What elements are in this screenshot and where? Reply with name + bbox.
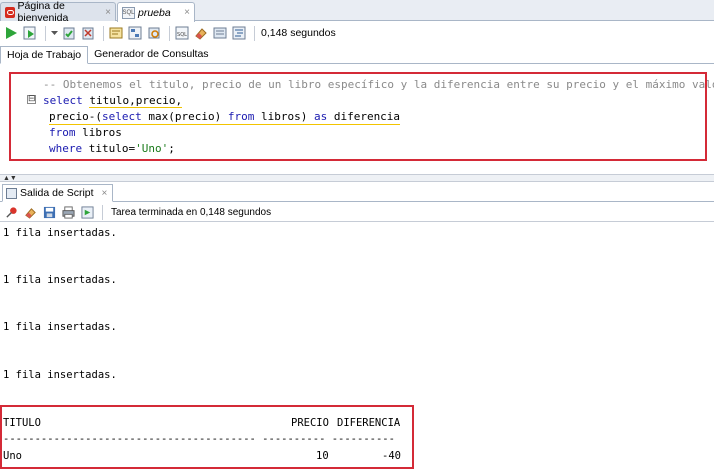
sql-worksheet-icon: SQL	[122, 6, 135, 19]
save-icon[interactable]	[41, 204, 57, 220]
close-icon[interactable]: ×	[102, 188, 108, 199]
eraser-icon[interactable]	[22, 204, 38, 220]
output-message: 1 fila insertadas.	[3, 274, 117, 286]
output-tab-bar: Salida de Script ×	[0, 183, 714, 202]
output-message: 1 fila insertadas.	[3, 227, 117, 239]
svg-text:SQL: SQL	[177, 32, 187, 38]
tab-salida-de-script[interactable]: Salida de Script ×	[2, 184, 114, 202]
oracle-icon	[5, 6, 15, 18]
toolbar-separator	[102, 204, 103, 220]
tab-hoja-de-trabajo[interactable]: Hoja de Trabajo	[0, 46, 89, 64]
eraser-icon[interactable]	[193, 25, 209, 41]
tab-welcome-page[interactable]: Página de bienvenida ×	[0, 0, 116, 24]
execution-time: 0,148 segundos	[261, 27, 336, 39]
panel-splitter[interactable]: ▲▼	[0, 174, 714, 182]
highlight-box-query	[9, 72, 707, 161]
output-message: 1 fila insertadas.	[3, 369, 117, 381]
toolbar-separator	[254, 25, 255, 41]
tab-prueba[interactable]: SQL prueba ×	[117, 2, 195, 22]
history-icon[interactable]	[212, 25, 228, 41]
tab-generador-de-consultas[interactable]: Generador de Consultas	[88, 45, 214, 63]
print-icon[interactable]	[60, 204, 76, 220]
document-tab-bar: Página de bienvenida × SQL prueba ×	[0, 0, 714, 24]
output-toolbar: Tarea terminada en 0,148 segundos	[0, 203, 714, 221]
close-icon[interactable]: ×	[184, 7, 190, 18]
autotrace-icon[interactable]	[108, 25, 124, 41]
sql-worksheet-icon[interactable]: SQL	[174, 25, 190, 41]
close-icon[interactable]: ×	[105, 7, 111, 18]
rollback-icon[interactable]	[80, 25, 96, 41]
run-script-icon[interactable]	[22, 25, 38, 41]
toolbar-separator	[45, 25, 46, 41]
highlight-box-result	[0, 405, 414, 469]
run-statement-icon[interactable]	[3, 25, 19, 41]
format-icon[interactable]	[231, 25, 247, 41]
script-icon[interactable]	[79, 204, 95, 220]
script-output: 1 fila insertadas. 1 fila insertadas. 1 …	[0, 222, 714, 472]
collapse-arrows-icon[interactable]: ▲▼	[3, 175, 17, 182]
pin-icon[interactable]	[3, 204, 19, 220]
sql-tuning-icon[interactable]	[146, 25, 162, 41]
toolbar-separator	[103, 25, 104, 41]
worksheet-subtabs: Hoja de Trabajo Generador de Consultas	[0, 45, 714, 64]
output-message: 1 fila insertadas.	[3, 321, 117, 333]
dropdown-icon[interactable]	[50, 25, 58, 41]
output-tab-label: Salida de Script	[20, 187, 94, 199]
explain-plan-icon[interactable]	[127, 25, 143, 41]
tab-prueba-label: prueba	[138, 6, 171, 19]
toolbar-separator	[169, 25, 170, 41]
task-status: Tarea terminada en 0,148 segundos	[111, 206, 272, 218]
script-output-icon	[6, 187, 17, 199]
worksheet-toolbar: SQL 0,148 segundos	[0, 22, 714, 44]
tab-welcome-label: Página de bienvenida	[17, 0, 69, 24]
sql-editor[interactable]: -- Obtenemos el titulo, precio de un lib…	[0, 65, 714, 173]
commit-icon[interactable]	[61, 25, 77, 41]
